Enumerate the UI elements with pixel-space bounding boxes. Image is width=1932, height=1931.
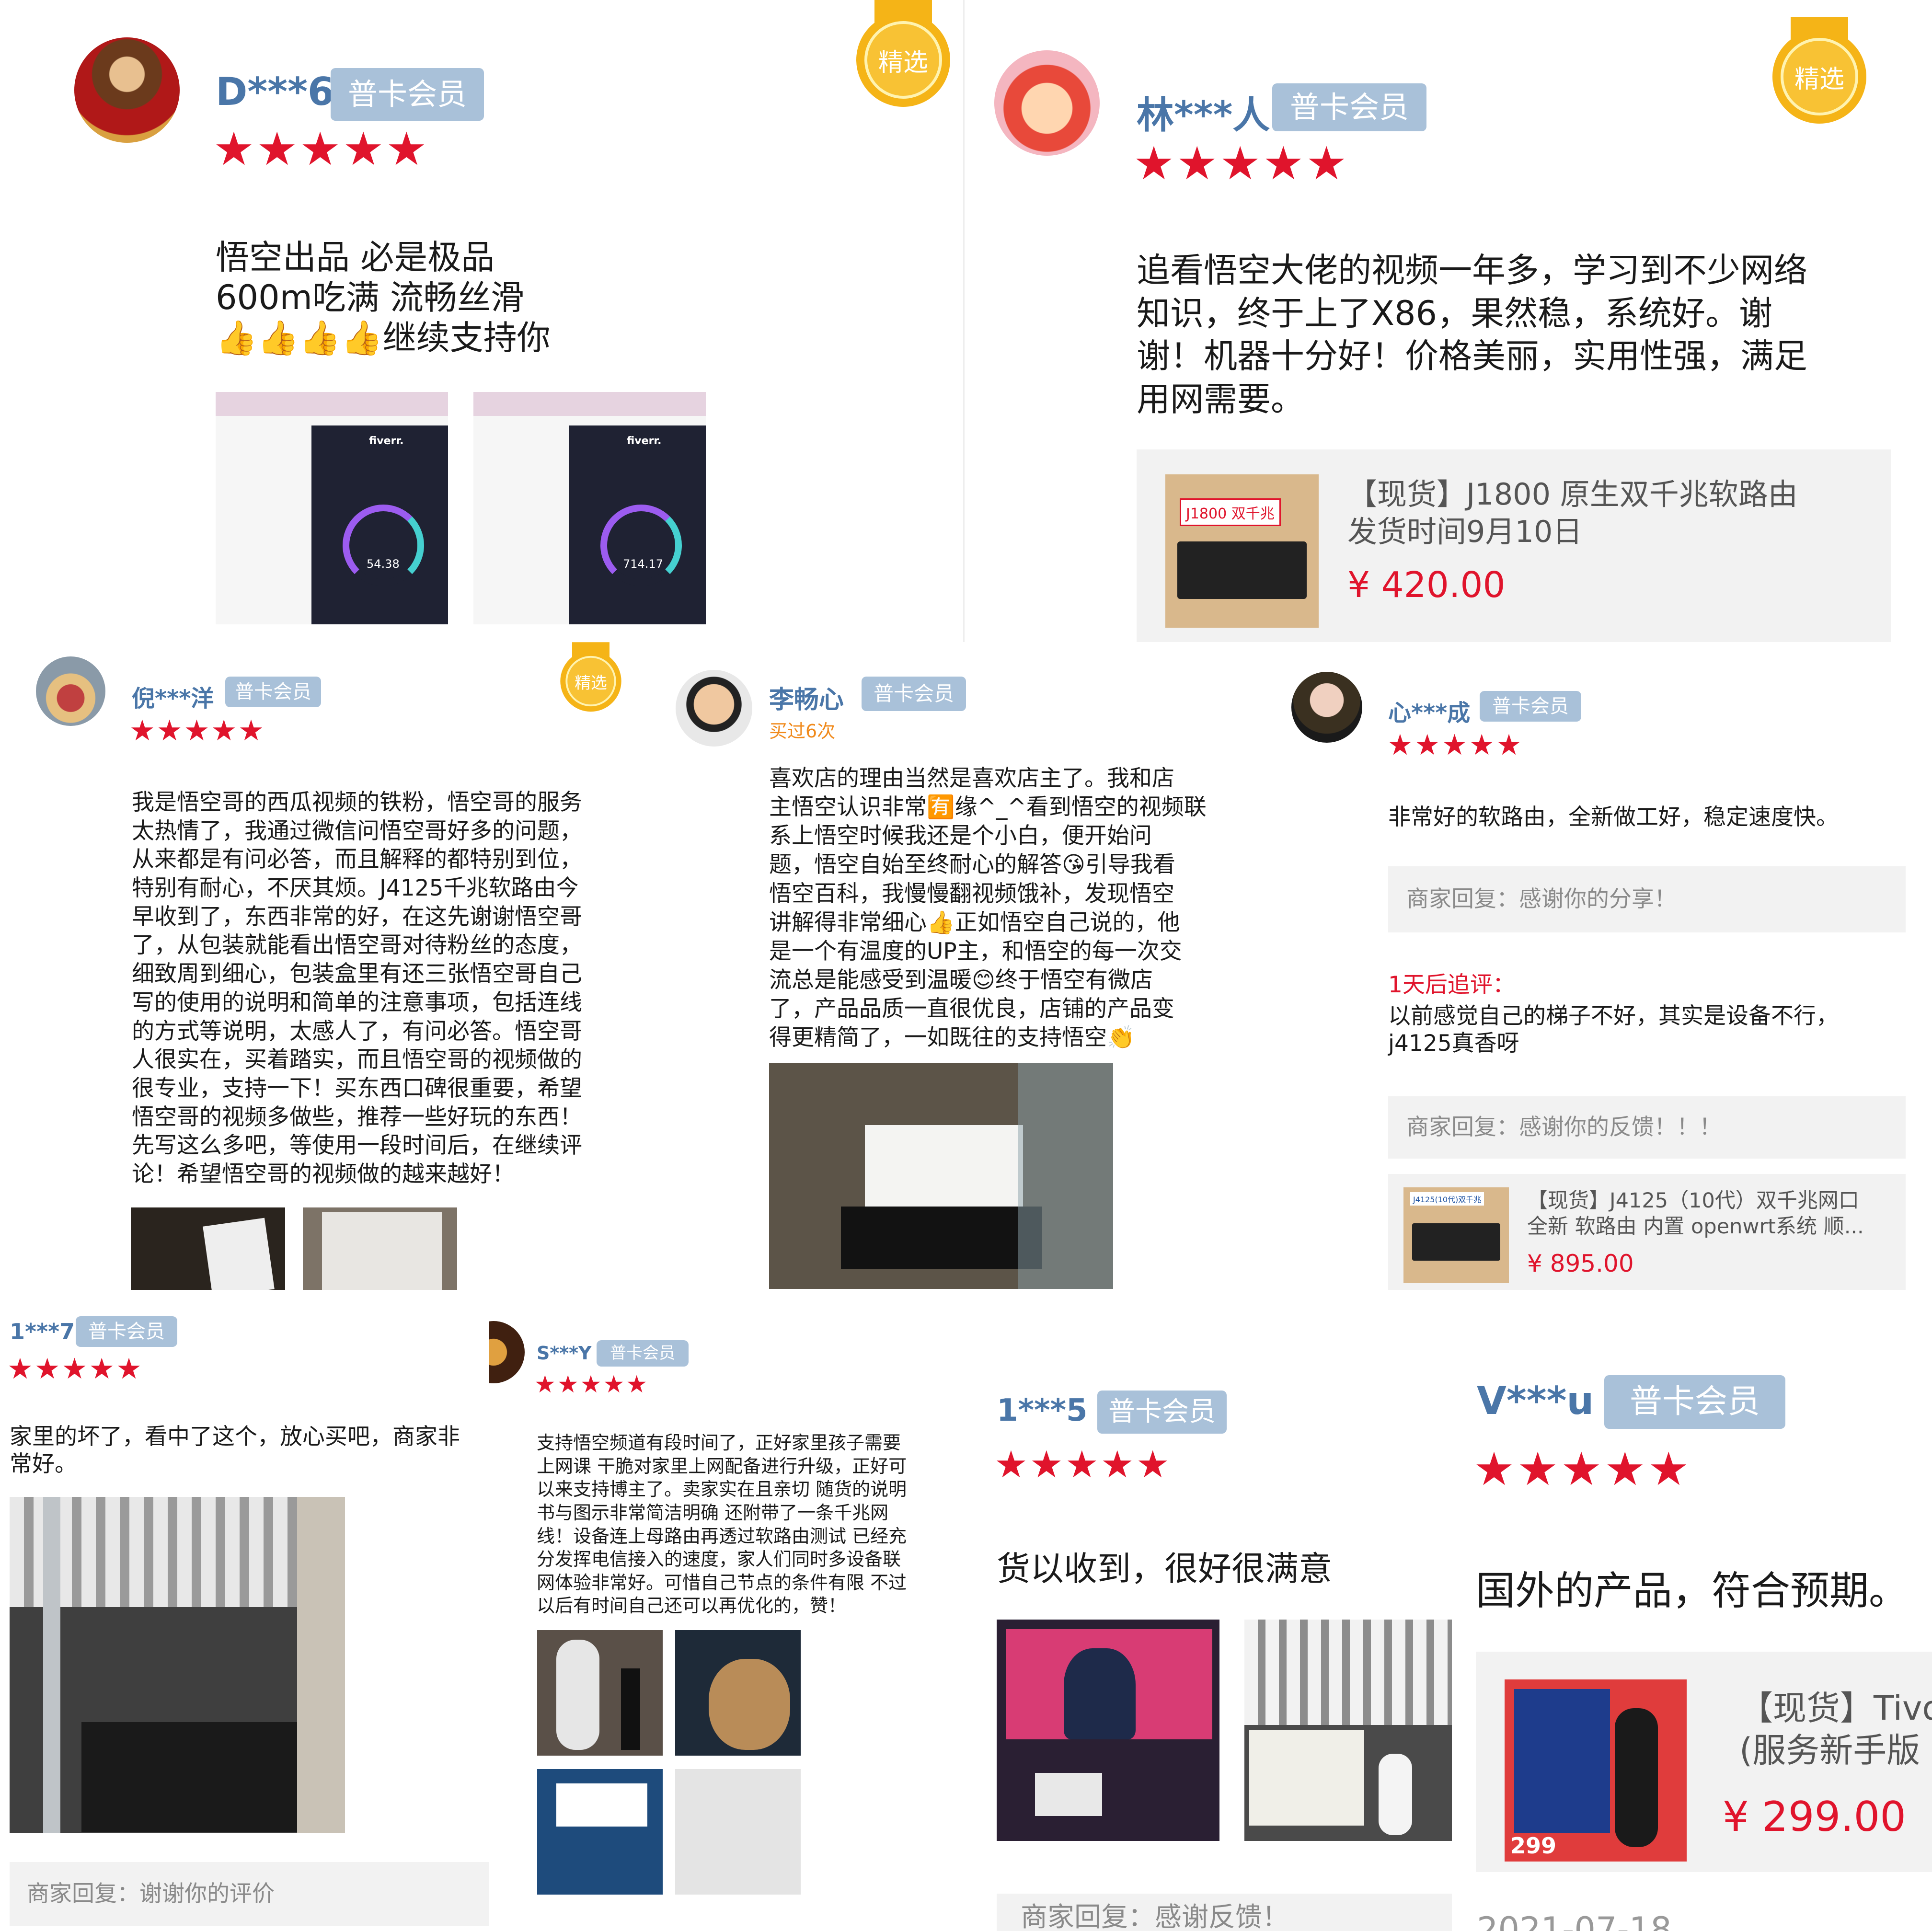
thumb-price: 299 [1510,1833,1557,1859]
product-card[interactable]: J1800 双千兆 【现货】J1800 原生双千兆软路由 发货时间9月10日 ¥… [1137,449,1891,642]
divider [963,0,965,642]
review-photo-2[interactable]: fiverr. 714.17 [473,392,706,624]
review-photo-1[interactable] [10,1497,345,1833]
review-card-vu: V***u 普卡会员 ★★★★★ 国外的产品，符合预期。 299 【现货】Tiv… [1452,1290,1932,1931]
featured-label: 精选 [575,673,607,692]
member-badge: 普卡会员 [862,677,966,711]
product-card[interactable]: 299 【现货】Tivo (服务新手版 ¥ 299.00 [1476,1652,1932,1872]
username: 林***人 [1137,94,1270,137]
review-card-ni: 倪***洋 普卡会员 ★★★★★ 精选 我是悟空哥的西瓜视频的铁粉，悟空哥的服务… [0,642,671,1290]
featured-label: 精选 [1794,65,1844,94]
merchant-reply: 商家回复：谢谢你的评价 [10,1862,489,1926]
username: 1***5 [997,1393,1088,1428]
product-title: 【现货】J1800 原生双千兆软路由 发货时间9月10日 [1347,477,1798,549]
member-badge: 普卡会员 [225,677,321,707]
avatar[interactable] [36,656,105,726]
product-thumbnail: J4125(10代)双千兆 [1403,1187,1509,1283]
review-photo-2[interactable] [675,1630,801,1756]
review-text: 货以收到，很好很满意 [997,1549,1332,1588]
username: 1***7 [10,1319,75,1345]
review-photo-1[interactable]: fiverr. 54.38 [216,392,448,624]
review-photo-1[interactable] [537,1630,663,1756]
thumb-label: J4125(10代)双千兆 [1410,1192,1484,1206]
review-photo-3[interactable] [537,1769,663,1895]
avatar[interactable] [489,1321,525,1383]
featured-medal-icon: 精选 [855,0,951,110]
member-badge: 普卡会员 [1480,691,1581,722]
review-photo-1[interactable] [769,1063,1113,1289]
review-card-d6: D***6 普卡会员 ★★★★★ 精选 悟空出品 必是极品 600m吃满 流畅丝… [0,0,963,642]
username: D***6 [216,69,334,114]
member-badge: 普卡会员 [1604,1375,1785,1429]
review-text: 我是悟空哥的西瓜视频的铁粉，悟空哥的服务 太热情了，我通过微信问悟空哥好多的问题… [132,789,582,1187]
followup-label: 1天后追评： [1388,972,1515,998]
speedtest-brand: fiverr. [369,435,404,447]
review-text: 喜欢店的理由当然是喜欢店主了。我和店 主悟空认识非常🈶缘^_^看到悟空的视频联 … [769,765,1207,1051]
review-text: 家里的坏了，看中了这个，放心买吧，商家非 常好。 [10,1424,460,1478]
review-text: 悟空出品 必是极品 600m吃满 流畅丝滑 👍👍👍👍继续支持你 [216,238,551,357]
product-thumbnail: 299 [1505,1679,1687,1862]
speedtest-brand: fiverr. [627,435,662,447]
merchant-reply-followup: 商家回复：感谢你的反馈！！！ [1388,1096,1906,1159]
member-badge: 普卡会员 [76,1316,177,1347]
star-rating: ★★★★★ [1473,1442,1692,1496]
review-text: 国外的产品，符合预期。 [1476,1568,1909,1614]
featured-label: 精选 [878,48,928,77]
review-text: 非常好的软路由，全新做工好，稳定速度快。 [1388,804,1839,830]
merchant-reply: 商家回复：感谢你的分享！ [1388,866,1906,932]
username: 李畅心 [769,686,844,714]
username: S***Y [537,1343,592,1364]
speed-value: 54.38 [367,557,400,571]
member-badge: 普卡会员 [1097,1391,1227,1434]
review-card-xin: 心***成 普卡会员 ★★★★★ 非常好的软路由，全新做工好，稳定速度快。 商家… [1289,642,1932,1290]
username: 倪***洋 [132,685,214,712]
avatar[interactable] [1291,672,1362,743]
star-rating: ★★★★★ [7,1352,143,1386]
username: 心***成 [1388,700,1471,726]
star-rating: ★★★★★ [534,1370,649,1398]
username: V***u [1477,1379,1594,1423]
star-rating: ★★★★★ [1133,137,1349,190]
member-badge: 普卡会员 [597,1340,689,1367]
star-rating: ★★★★★ [1387,728,1523,762]
product-thumbnail: J1800 双千兆 [1165,474,1319,628]
product-price: ¥ 420.00 [1347,564,1506,606]
member-badge: 普卡会员 [331,68,484,121]
review-photo-2[interactable] [303,1207,457,1290]
review-card-u17: 1***7 普卡会员 ★★★★★ 家里的坏了，看中了这个，放心买吧，商家非 常好… [0,1290,489,1931]
star-rating: ★★★★★ [129,714,265,747]
review-photo-1[interactable] [997,1620,1219,1841]
merchant-reply: 商家回复：感谢反馈！ [997,1894,1452,1931]
thumb-label: J1800 双千兆 [1180,498,1281,526]
review-photo-4[interactable] [675,1769,801,1895]
review-text: 追看悟空大佬的视频一年多，学习到不少网络 知识，终于上了X86，果然稳，系统好。… [1137,251,1807,419]
avatar[interactable] [676,670,752,747]
star-rating: ★★★★★ [213,122,429,176]
purchase-count: 买过6次 [769,721,836,742]
review-photo-1[interactable] [131,1207,285,1290]
review-card-u15: 1***5 普卡会员 ★★★★★ 货以收到，很好很满意 商家回复：感谢反馈！ [973,1290,1452,1931]
featured-medal-icon: 精选 [560,642,622,714]
product-title: 【现货】Tivo (服务新手版 [1739,1689,1932,1770]
featured-medal-icon: 精选 [1771,17,1867,127]
star-rating: ★★★★★ [994,1443,1172,1486]
review-photo-2[interactable] [1244,1620,1452,1841]
product-card[interactable]: J4125(10代)双千兆 【现货】J4125（10代）双千兆网口 全新 软路由… [1388,1174,1906,1290]
review-date: 2021-07-18 [1477,1910,1672,1931]
speed-value: 714.17 [623,557,663,571]
followup-text: 以前感觉自己的梯子不好，其实是设备不行， j4125真香呀 [1388,1003,1839,1057]
product-title: 【现货】J4125（10代）双千兆网口 全新 软路由 内置 openwrt系统 … [1527,1189,1864,1239]
review-card-li: 李畅心 普卡会员 买过6次 喜欢店的理由当然是喜欢店主了。我和店 主悟空认识非常… [671,642,1289,1290]
avatar[interactable] [74,37,180,143]
product-price: ¥ 299.00 [1723,1793,1906,1841]
product-price: ¥ 895.00 [1527,1250,1634,1277]
review-text: 支持悟空频道有段时间了，正好家里孩子需要 上网课 干脆对家里上网配备进行升级，正… [537,1432,907,1617]
member-badge: 普卡会员 [1272,83,1426,131]
avatar[interactable] [994,50,1100,156]
review-card-lin: 林***人 普卡会员 ★★★★★ 精选 追看悟空大佬的视频一年多，学习到不少网络… [964,0,1932,642]
review-card-sy: S***Y 普卡会员 ★★★★★ 支持悟空频道有段时间了，正好家里孩子需要 上网… [489,1290,973,1931]
